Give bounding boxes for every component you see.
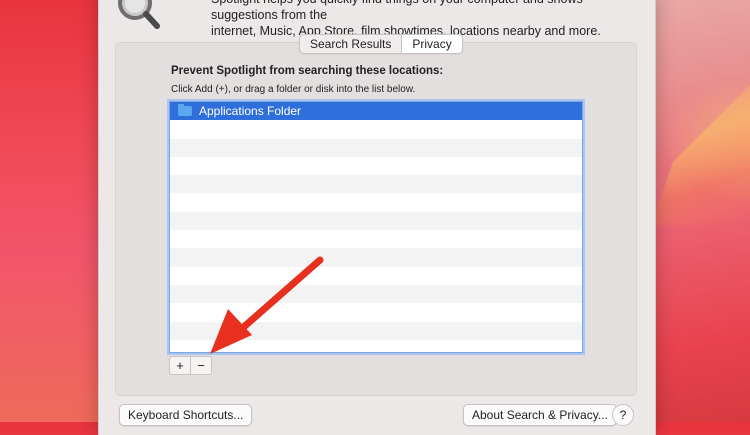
empty-row <box>170 248 582 267</box>
about-search-privacy-button[interactable]: About Search & Privacy... <box>463 404 617 426</box>
empty-row <box>170 321 582 340</box>
tab-bar: Search Results Privacy <box>299 34 463 54</box>
desktop-wallpaper <box>640 0 750 422</box>
magnifying-glass-icon <box>118 0 160 29</box>
empty-row <box>170 303 582 321</box>
remove-location-button[interactable]: − <box>190 357 211 374</box>
add-location-button[interactable]: + <box>170 357 190 374</box>
folder-icon <box>178 104 192 117</box>
keyboard-shortcuts-button[interactable]: Keyboard Shortcuts... <box>119 404 253 426</box>
list-add-remove-control: + − <box>169 356 212 375</box>
list-item[interactable]: Applications Folder <box>170 102 582 121</box>
spotlight-preferences-window: Spotlight helps you quickly find things … <box>98 0 656 435</box>
privacy-hint: Click Add (+), or drag a folder or disk … <box>171 84 416 95</box>
description-line-1: Spotlight helps you quickly find things … <box>211 0 583 22</box>
empty-row <box>170 267 582 285</box>
help-button[interactable]: ? <box>612 404 634 426</box>
list-item-label: Applications Folder <box>199 104 302 119</box>
empty-row <box>170 211 582 231</box>
privacy-heading: Prevent Spotlight from searching these l… <box>171 65 444 77</box>
empty-row <box>170 284 582 304</box>
tab-privacy[interactable]: Privacy <box>401 35 462 53</box>
empty-row <box>170 340 582 352</box>
excluded-locations-list[interactable]: Applications Folder <box>169 101 583 353</box>
empty-row <box>170 138 582 157</box>
empty-row <box>170 230 582 248</box>
tab-search-results[interactable]: Search Results <box>300 35 401 53</box>
empty-row <box>170 157 582 175</box>
empty-row <box>170 175 582 194</box>
empty-row <box>170 120 582 138</box>
empty-row <box>170 193 582 211</box>
